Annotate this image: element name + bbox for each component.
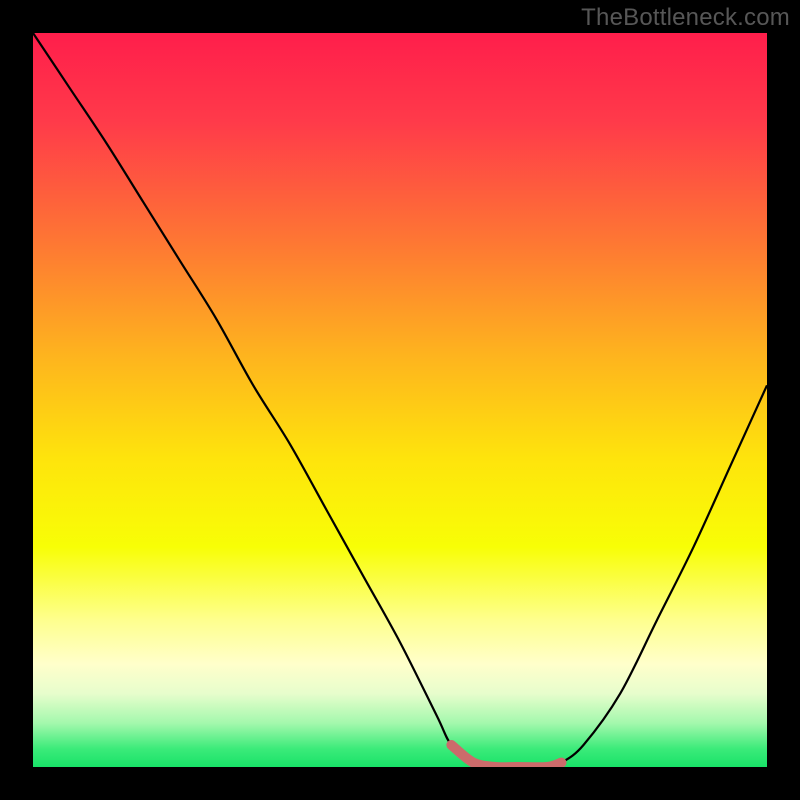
optimal-range-highlight <box>451 745 561 767</box>
curve-path <box>33 33 767 767</box>
chart-container: TheBottleneck.com <box>0 0 800 800</box>
plot-area <box>33 33 767 767</box>
watermark-text: TheBottleneck.com <box>581 4 790 32</box>
bottleneck-curve <box>33 33 767 767</box>
